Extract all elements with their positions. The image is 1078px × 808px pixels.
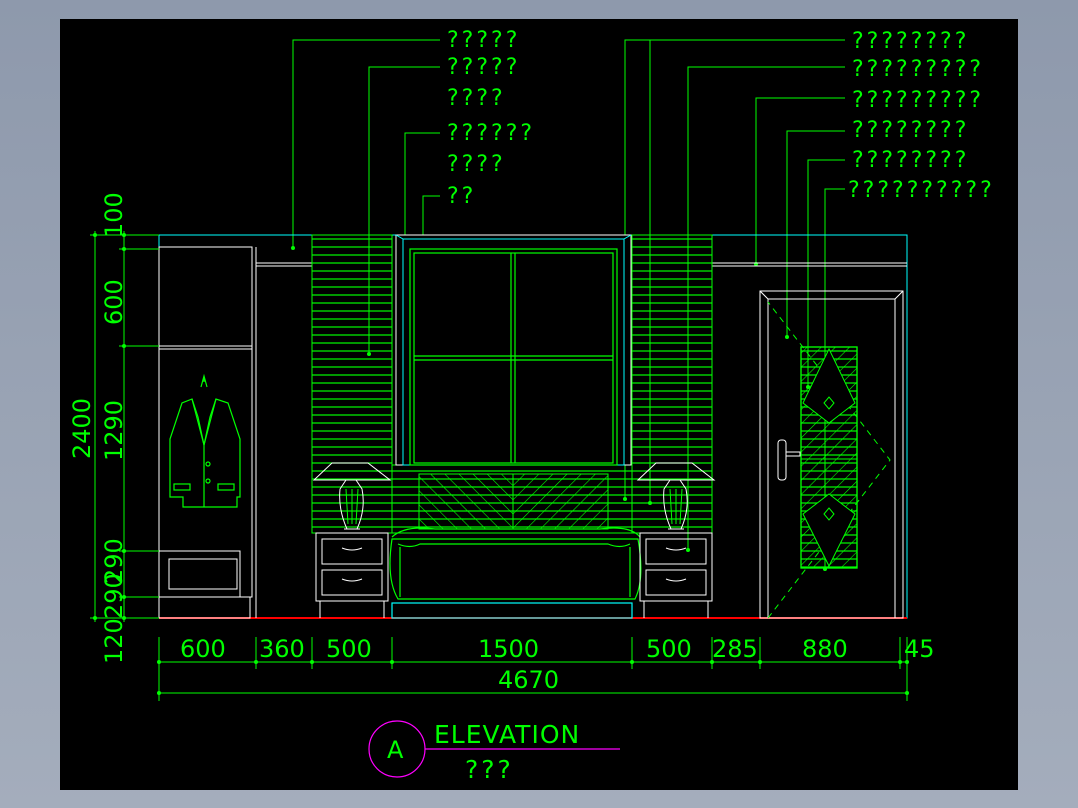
nightstand-left [315,532,389,618]
dim-label: 600 [180,635,226,663]
elevation-drawing: ????? ????? ???? ?????? ???? ?? ????????… [68,28,995,784]
dim-label: 500 [326,635,372,663]
dim-label: 120 [100,618,128,664]
title-block: A ELEVATION ??? [368,720,620,784]
dim-label: 285 [712,635,758,663]
dim-label: 100 [100,192,128,238]
dim-label: 600 [100,279,128,325]
callout-text: ?? [447,184,476,209]
callout-text: ???? [447,152,506,177]
door [759,290,904,619]
nightstand-right [639,532,713,618]
dimension-labels-horizontal: 600 360 500 1500 500 285 880 45 4670 [180,635,935,694]
callout-text: ????? [447,55,520,80]
window [395,234,632,466]
callout-text: ???????? [852,148,969,173]
dim-label: 1500 [478,635,539,663]
dim-label: 500 [646,635,692,663]
callout-text: ?????????? [848,178,995,203]
drawing-canvas[interactable]: ????? ????? ???? ?????? ???? ?? ????????… [60,19,1018,790]
callout-text: ????????? [852,88,984,113]
callout-text: ?????? [447,121,535,146]
callout-text: ????? [447,28,520,53]
callouts-left: ????? ????? ???? ?????? ???? ?? [447,28,535,209]
door-handle-icon [777,439,801,481]
dim-label: 880 [802,635,848,663]
drawing-subtitle: ??? [465,755,514,784]
drawing-title: ELEVATION [434,720,580,749]
dim-label: 290 [100,573,128,619]
dim-label: 1290 [100,400,128,461]
callout-text: ????????? [852,57,984,82]
dimension-labels-vertical: 2400 100 600 1290 290 120 290 [68,192,128,664]
callout-text: ???????? [852,118,969,143]
dim-label: 360 [259,635,305,663]
callout-text: ???? [447,86,506,111]
jacket-icon [169,373,241,508]
section-marker-label: A [387,736,404,764]
dim-label: 2400 [68,398,96,459]
bed [389,527,642,619]
headboard [418,473,609,530]
callout-text: ???????? [852,29,969,54]
callouts-right: ???????? ????????? ????????? ???????? ??… [848,29,995,203]
app-window: ????? ????? ???? ?????? ???? ?? ????????… [0,0,1078,808]
dim-label: 45 [904,635,935,663]
dim-total-label: 4670 [498,666,559,694]
